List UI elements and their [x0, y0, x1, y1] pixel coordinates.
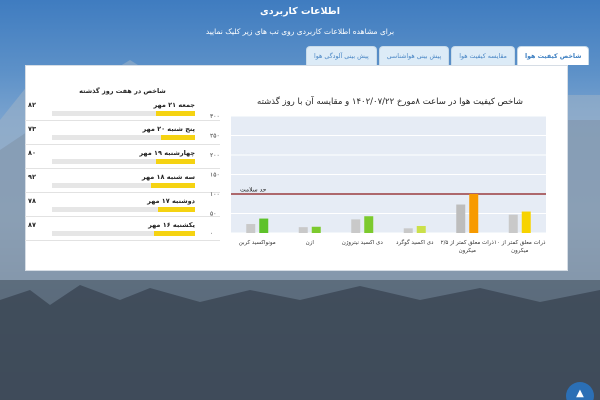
history-bar-fill — [150, 183, 195, 188]
bar — [521, 211, 531, 233]
bar — [246, 224, 256, 233]
bar — [311, 226, 321, 233]
history-day: پنج شنبه ۲۰ مهر — [142, 125, 195, 133]
x-tick-label: ذرات معلق کمتر از ۲/۵ — [441, 239, 495, 246]
tab-bar: شاخص کیفیت هوا مقایسه کیفیت هوا پیش بینی… — [306, 46, 590, 65]
history-item: یکشنبه ۱۶ مهر ۸۷ — [25, 217, 220, 241]
bar — [259, 218, 269, 233]
history-item: پنج شنبه ۲۰ مهر ۷۳ — [25, 121, 220, 145]
x-tick-label: میکرون — [511, 247, 528, 254]
history-item: جمعه ۲۱ مهر ۸۲ — [25, 97, 220, 121]
tab-air-quality-comparison[interactable]: مقایسه کیفیت هوا — [451, 46, 515, 65]
page-title: اطلاعات کاربردی — [260, 6, 340, 17]
history-bar-fill — [153, 231, 195, 236]
history-bar-track — [52, 111, 195, 116]
history-list: شاخص در هفت روز گذشته جمعه ۲۱ مهر ۸۲ پنج ش… — [25, 85, 220, 241]
y-tick-label: ۱۰۰ — [210, 191, 220, 198]
tab-weather-forecast[interactable]: پیش بینی هواشناسی — [378, 46, 450, 65]
x-tick-label: دی اکسید گوگرد — [396, 239, 434, 246]
page-subtitle: برای مشاهده اطلاعات کاربردی روی تب های ز… — [205, 27, 395, 36]
history-item: چهارشنبه ۱۹ مهر ۸۰ — [25, 145, 220, 169]
history-day: جمعه ۲۱ مهر — [153, 101, 195, 109]
history-value: ۹۲ — [28, 173, 36, 181]
y-tick-label: ۲۵۰ — [210, 133, 220, 140]
bar — [416, 225, 426, 233]
history-value: ۸۰ — [28, 149, 36, 157]
tab-pollution-forecast[interactable]: پیش بینی آلودگی هوا — [306, 46, 377, 65]
header: اطلاعات کاربردی برای مشاهده اطلاعات کارب… — [0, 0, 600, 48]
x-tick-label: ازن — [306, 240, 315, 246]
history-item: دوشنبه ۱۷ مهر ۷۸ — [25, 193, 220, 217]
history-value: ۷۳ — [28, 125, 36, 133]
bar — [469, 194, 479, 233]
y-tick-label: ۰ — [210, 230, 213, 237]
y-tick-label: ۱۵۰ — [210, 172, 220, 179]
history-day: دوشنبه ۱۷ مهر — [147, 197, 195, 205]
history-bar-track — [52, 207, 195, 212]
history-item: سه شنبه ۱۸ مهر ۹۲ — [25, 169, 220, 193]
threshold-label: حد سلامت — [240, 187, 267, 194]
history-day: یکشنبه ۱۶ مهر — [148, 221, 195, 229]
history-day: سه شنبه ۱۸ مهر — [141, 173, 195, 181]
history-day: چهارشنبه ۱۹ مهر — [139, 149, 195, 157]
x-tick-label: دی اکسید نیتروژن — [342, 239, 384, 246]
history-bar-fill — [156, 111, 195, 116]
tab-air-quality-index[interactable]: شاخص کیفیت هوا — [516, 46, 590, 65]
bar — [456, 204, 466, 233]
bar — [403, 228, 413, 233]
history-value: ۸۲ — [28, 101, 36, 109]
chart-title: شاخص کیفیت هوا در ساعت ۸مورخ ۱۴۰۲/۰۷/۲۲ … — [257, 97, 523, 107]
history-bar-track — [52, 231, 195, 236]
x-tick-label: میکرون — [459, 247, 476, 254]
y-tick-label: ۵۰ — [210, 211, 216, 218]
history-bar-track — [52, 159, 195, 164]
history-value: ۷۸ — [28, 197, 36, 205]
history-bar-track — [52, 135, 195, 140]
y-tick-label: ۲۰۰ — [210, 152, 220, 159]
bar — [351, 219, 361, 233]
history-value: ۸۷ — [28, 221, 36, 229]
aqi-bar-chart: ۰ ۵۰ ۱۰۰ ۱۵۰ ۲۰۰ ۲۵۰ ۳۰۰ حد سلامت ذرات معلق کمتر… — [210, 113, 546, 254]
history-bar-fill — [156, 159, 195, 164]
history-bar-fill — [157, 207, 195, 212]
bar — [298, 227, 308, 233]
y-tick-label: ۳۰۰ — [210, 113, 220, 120]
bar — [508, 214, 518, 233]
bar — [364, 216, 374, 233]
history-title: شاخص در هفت روز گذشته — [79, 87, 166, 95]
x-tick-label: ذرات معلق کمتر از ۱۰ — [494, 239, 546, 246]
chevron-up-icon: ▲ — [576, 388, 584, 399]
x-tick-label: مونواکسید کربن — [239, 239, 276, 246]
history-bar-fill — [160, 135, 195, 140]
history-bar-track — [52, 183, 195, 188]
